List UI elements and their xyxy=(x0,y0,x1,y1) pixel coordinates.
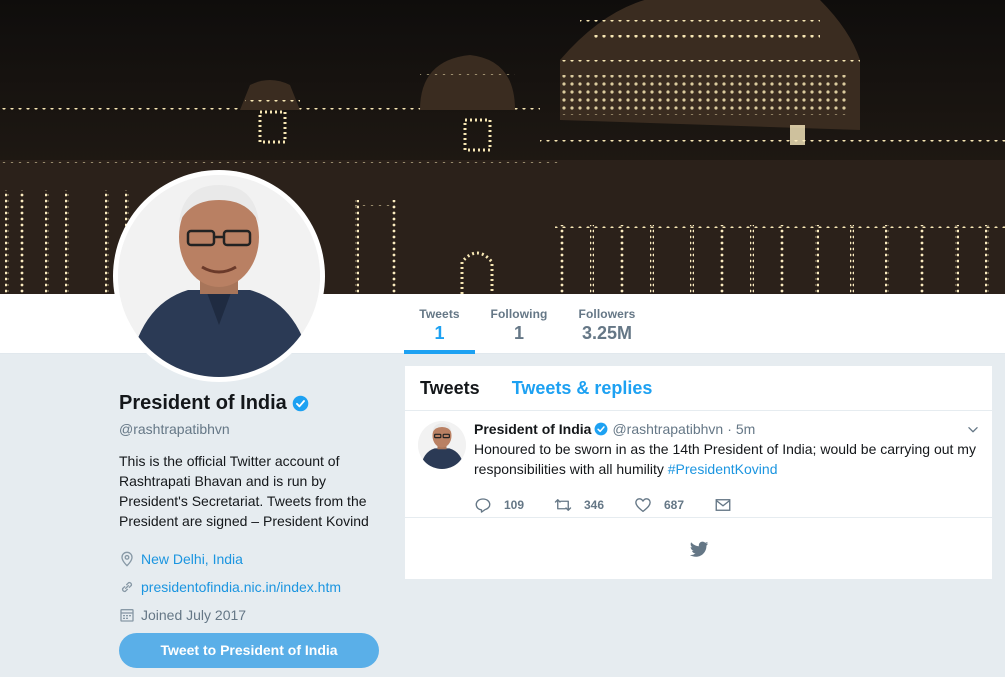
tweet-body: President of India @rashtrapatibhvn · 5m… xyxy=(474,419,984,515)
tweet-author-name[interactable]: President of India xyxy=(474,421,591,437)
tab-tweets-and-replies[interactable]: Tweets & replies xyxy=(512,378,653,399)
profile-bio: This is the official Twitter account of … xyxy=(119,453,369,529)
nav-stat-label: Following xyxy=(490,307,548,321)
like-heart-icon xyxy=(635,498,651,513)
tweet-text: Honoured to be sworn in as the 14th Pres… xyxy=(474,439,984,479)
hashtag-link[interactable]: #PresidentKovind xyxy=(668,461,778,477)
like-count: 687 xyxy=(664,498,685,512)
profile-card: President of India @rashtrapatibhvn This… xyxy=(119,392,389,629)
direct-message-button[interactable] xyxy=(714,496,794,514)
link-icon xyxy=(121,581,133,593)
nav-stat-value: 1 xyxy=(513,323,524,343)
avatar-image xyxy=(118,175,320,377)
website-link[interactable]: presidentofindia.nic.in/index.htm xyxy=(141,579,341,595)
nav-stat-label: Followers xyxy=(578,307,636,321)
tweet-author-handle[interactable]: @rashtrapatibhvn xyxy=(612,421,723,437)
nav-stat-label: Tweets xyxy=(419,307,460,321)
tweet-to-button[interactable]: Tweet to President of India xyxy=(119,633,379,668)
nav-stat-followers[interactable]: Followers 3.25M xyxy=(573,294,641,354)
nav-stat-value: 1 xyxy=(434,323,445,343)
tweet-actions: 109 346 687 xyxy=(474,495,984,515)
location-link[interactable]: New Delhi, India xyxy=(141,551,243,567)
nav-stat-value: 3.25M xyxy=(581,323,633,343)
profile-avatar[interactable] xyxy=(113,170,325,382)
verified-badge-icon xyxy=(595,422,608,436)
nav-stat-tweets[interactable]: Tweets 1 xyxy=(404,294,475,354)
timeline-footer xyxy=(405,518,992,579)
profile-joined: Joined July 2017 xyxy=(119,601,389,629)
profile-name[interactable]: President of India xyxy=(119,392,287,415)
tweet-separator: · xyxy=(727,421,732,437)
chevron-down-icon[interactable] xyxy=(966,423,980,437)
nav-stat-following[interactable]: Following 1 xyxy=(484,294,554,354)
reply-count: 109 xyxy=(504,498,525,512)
reply-button[interactable]: 109 xyxy=(474,496,554,514)
tweet-timestamp[interactable]: 5m xyxy=(736,421,755,437)
location-pin-icon xyxy=(121,551,133,567)
retweet-button[interactable]: 346 xyxy=(554,496,634,514)
profile-name-row: President of India xyxy=(119,392,389,415)
like-button[interactable]: 687 xyxy=(634,496,714,514)
profile-handle[interactable]: @rashtrapatibhvn xyxy=(119,421,389,437)
calendar-icon xyxy=(120,609,134,622)
tab-tweets[interactable]: Tweets xyxy=(420,378,480,399)
twitter-bird-icon xyxy=(689,541,708,557)
retweet-icon xyxy=(554,499,572,511)
retweet-count: 346 xyxy=(584,498,605,512)
tweet-header: President of India @rashtrapatibhvn · 5m xyxy=(474,419,984,439)
timeline-tabs: Tweets Tweets & replies xyxy=(405,366,992,411)
joined-date: Joined July 2017 xyxy=(141,607,247,623)
tweet-avatar[interactable] xyxy=(418,421,466,469)
timeline: Tweets Tweets & replies President of Ind… xyxy=(405,366,992,579)
tweet-item[interactable]: President of India @rashtrapatibhvn · 5m… xyxy=(405,411,992,518)
profile-meta: New Delhi, India presidentofindia.nic.in… xyxy=(119,545,389,629)
direct-message-icon xyxy=(715,499,731,511)
verified-badge-icon xyxy=(292,395,309,412)
profile-website: presidentofindia.nic.in/index.htm xyxy=(119,573,389,601)
reply-icon xyxy=(475,498,491,513)
profile-location: New Delhi, India xyxy=(119,545,389,573)
